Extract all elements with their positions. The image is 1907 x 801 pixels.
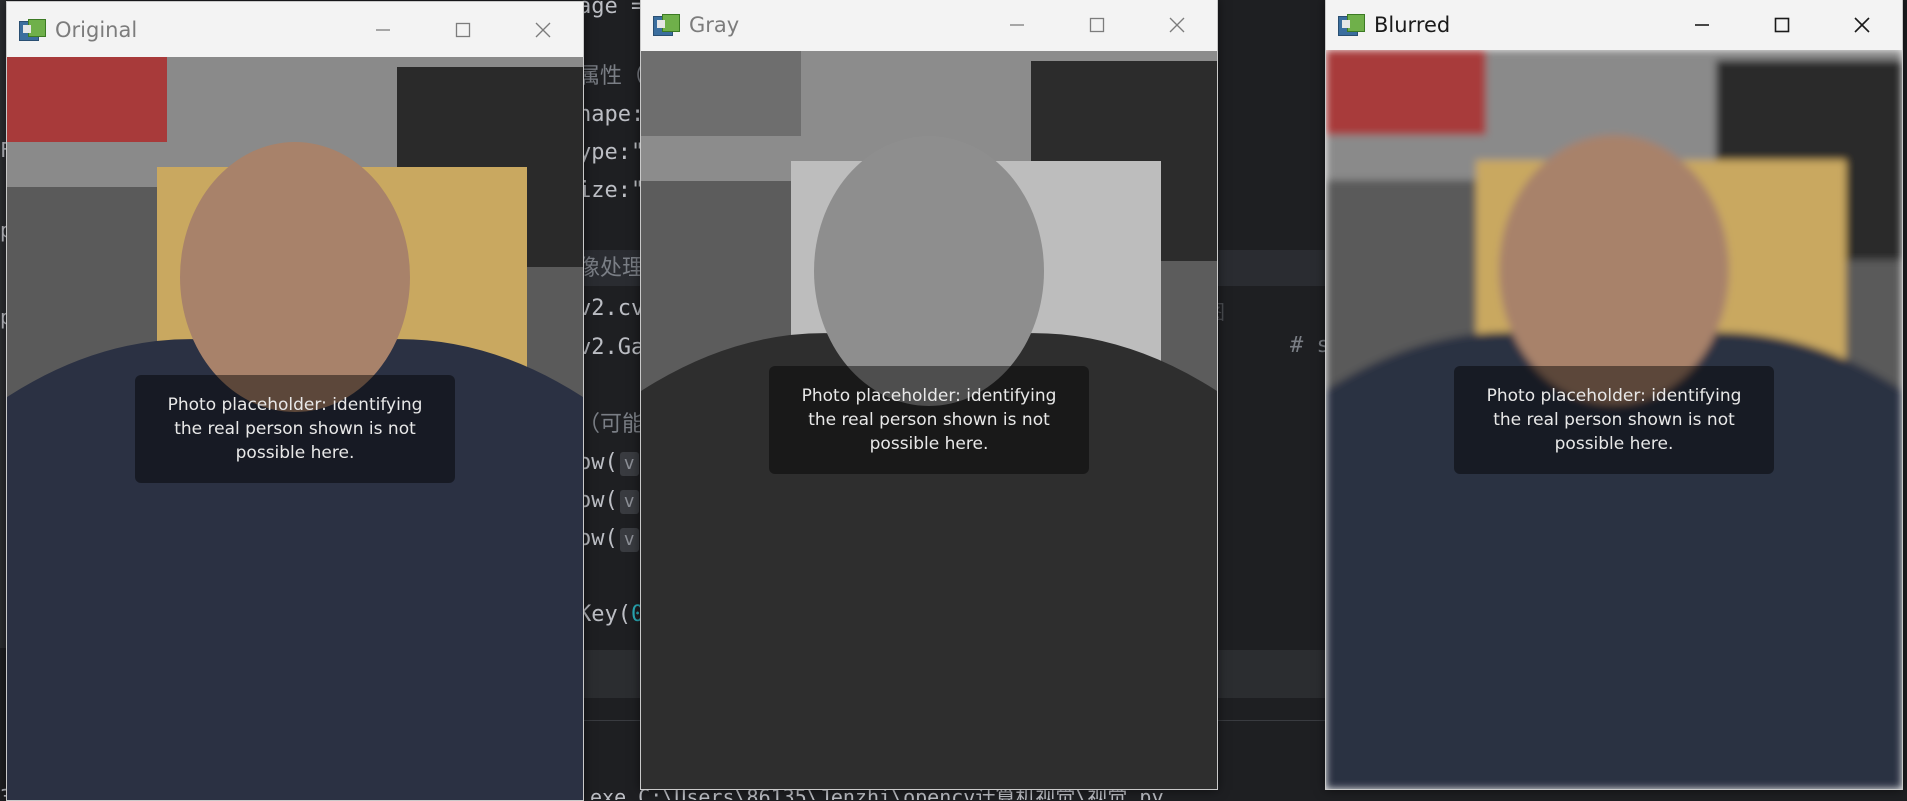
app-icon bbox=[19, 18, 47, 41]
window-title: Blurred bbox=[1374, 12, 1451, 37]
code-line: （可能 bbox=[578, 412, 645, 437]
app-icon bbox=[1338, 13, 1366, 36]
code-line: 像处理 bbox=[578, 256, 645, 281]
parameter-hint: v bbox=[619, 528, 639, 552]
close-button[interactable] bbox=[1822, 0, 1902, 50]
window-titlebar[interactable]: Gray bbox=[641, 0, 1217, 51]
image-placeholder-note: Photo placeholder: identifying the real … bbox=[769, 366, 1089, 474]
minimize-button[interactable] bbox=[977, 0, 1057, 51]
ide-inline-comment: # s bbox=[1290, 333, 1330, 358]
code-line: v2.Ga bbox=[578, 335, 645, 360]
image-window-blurred[interactable]: Blurred Photo placeholder: identifying t… bbox=[1325, 0, 1903, 790]
minimize-button[interactable] bbox=[1662, 0, 1742, 50]
maximize-button[interactable] bbox=[423, 2, 503, 57]
image-view: Photo placeholder: identifying the real … bbox=[1326, 50, 1902, 789]
image-window-gray[interactable]: Gray Photo placeholder: identifying the … bbox=[640, 0, 1218, 790]
maximize-button[interactable] bbox=[1742, 0, 1822, 50]
code-line: ow(v bbox=[578, 448, 641, 478]
code-line: ype:" bbox=[578, 140, 645, 165]
parameter-hint: v bbox=[619, 490, 639, 514]
maximize-button[interactable] bbox=[1057, 0, 1137, 51]
maximize-icon bbox=[1089, 17, 1105, 33]
image-placeholder-note: Photo placeholder: identifying the real … bbox=[135, 374, 455, 483]
window-titlebar[interactable]: Original bbox=[7, 2, 583, 57]
image-view: Photo placeholder: identifying the real … bbox=[7, 57, 583, 800]
window-title: Gray bbox=[689, 13, 740, 37]
image-view: Photo placeholder: identifying the real … bbox=[641, 51, 1217, 789]
code-line: ize:" bbox=[578, 178, 645, 203]
close-icon bbox=[1854, 16, 1870, 33]
image-placeholder-note: Photo placeholder: identifying the real … bbox=[1454, 365, 1774, 474]
window-titlebar[interactable]: Blurred bbox=[1326, 0, 1902, 50]
minimize-button[interactable] bbox=[343, 2, 423, 57]
minimize-icon bbox=[1010, 24, 1024, 26]
minimize-icon bbox=[1695, 23, 1709, 26]
code-line: v2.cv bbox=[578, 296, 645, 321]
window-title: Original bbox=[55, 17, 138, 42]
image-window-original[interactable]: Original Photo placeholder: identifying … bbox=[6, 1, 584, 801]
parameter-hint: v bbox=[619, 452, 639, 476]
maximize-icon bbox=[1774, 17, 1790, 32]
code-line: ow(v bbox=[578, 486, 641, 516]
minimize-icon bbox=[376, 28, 390, 31]
code-line: 属性（ bbox=[578, 64, 645, 89]
maximize-icon bbox=[455, 22, 471, 37]
close-button[interactable] bbox=[1137, 0, 1217, 51]
code-line: Key(0 bbox=[578, 602, 645, 627]
app-icon bbox=[653, 14, 681, 36]
close-icon bbox=[535, 22, 551, 37]
code-line: nape: bbox=[578, 102, 645, 127]
close-button[interactable] bbox=[503, 2, 583, 57]
code-line: ow(v bbox=[578, 524, 641, 554]
close-icon bbox=[1169, 17, 1185, 33]
